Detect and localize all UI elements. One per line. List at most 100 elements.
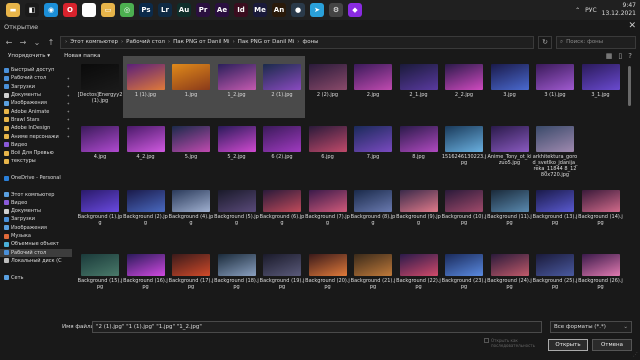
breadcrumb-item[interactable]: Пак PNG от Danil Mi: [173, 39, 230, 45]
sidebar-item[interactable]: Рабочий стол: [0, 248, 72, 257]
file-tile[interactable]: Background (22).jpg: [396, 244, 442, 306]
scrollbar-thumb[interactable]: [628, 66, 631, 106]
breadcrumb-item[interactable]: Этот компьютер: [70, 39, 118, 45]
file-tile[interactable]: 3.jpg: [487, 56, 533, 118]
sidebar-item[interactable]: OneDrive - Personal: [0, 174, 72, 182]
file-tile[interactable]: Background (19).jpg: [259, 244, 305, 306]
sequence-checkbox[interactable]: Открыть как последовательность: [484, 338, 540, 348]
premiere-icon[interactable]: Pr: [196, 3, 210, 17]
sidebar-item[interactable]: Документы: [0, 207, 72, 215]
sidebar-item[interactable]: текстуры: [0, 157, 72, 165]
breadcrumb-item[interactable]: Пак PNG от Danil Mi: [238, 39, 295, 45]
file-tile[interactable]: 1_2.jpg: [213, 56, 260, 118]
file-tile[interactable]: Background (26).jpg: [578, 244, 624, 306]
language-indicator[interactable]: РУС: [585, 7, 596, 14]
file-tile[interactable]: 1 (1).jpg: [122, 56, 169, 118]
photoshop-icon[interactable]: Ps: [139, 3, 153, 17]
file-tile[interactable]: Background (8).jpg: [350, 180, 396, 242]
file-tile[interactable]: Background (10).jpg: [441, 180, 487, 242]
file-tile[interactable]: 6.jpg: [305, 118, 351, 180]
file-tile[interactable]: 3_1.jpg: [578, 56, 624, 118]
windows-store-icon[interactable]: ◧: [25, 3, 39, 17]
file-tile[interactable]: Background (20).jpg: [305, 244, 351, 306]
chevron-up-icon[interactable]: ⌃: [575, 7, 580, 14]
file-tile[interactable]: 2 (2).jpg: [305, 56, 351, 118]
file-tile[interactable]: Anime_Tony_ot_kizuo5.jpg: [487, 118, 533, 180]
folder-icon[interactable]: ▬: [6, 3, 20, 17]
sidebar-item[interactable]: Adobe Animate ✦: [0, 107, 72, 115]
sidebar-item[interactable]: Этот компьютер: [0, 190, 72, 198]
file-tile[interactable]: Background (17).jpg: [168, 244, 214, 306]
file-tile[interactable]: Background (11).jpg: [487, 180, 533, 242]
yandex-icon[interactable]: Y: [82, 3, 96, 17]
file-tile[interactable]: Background (7).jpg: [305, 180, 351, 242]
animate-icon[interactable]: An: [272, 3, 286, 17]
file-tile[interactable]: 5.jpg: [168, 118, 214, 180]
cancel-button[interactable]: Отмена: [592, 339, 632, 351]
file-tile[interactable]: 5_2.jpg: [214, 118, 260, 180]
file-tile[interactable]: 8.jpg: [396, 118, 442, 180]
sidebar-item[interactable]: Brawl Stars ✦: [0, 116, 72, 124]
sidebar-item[interactable]: Документы ✦: [0, 91, 72, 99]
sidebar-item[interactable]: Рабочий стол ✦: [0, 74, 72, 82]
file-tile[interactable]: 4_2.jpg: [123, 118, 169, 180]
sidebar-item[interactable]: Загрузки: [0, 215, 72, 223]
sidebar-item[interactable]: Загрузки ✦: [0, 83, 72, 91]
file-tile[interactable]: Background (5).jpg: [214, 180, 260, 242]
edge-icon[interactable]: ◉: [44, 3, 58, 17]
checkbox-box[interactable]: [484, 338, 489, 343]
chrome-icon[interactable]: ◎: [120, 3, 134, 17]
sidebar-item[interactable]: Изображения ✦: [0, 99, 72, 107]
breadcrumb-item[interactable]: фоны: [303, 39, 319, 45]
file-tile[interactable]: Background (4).jpg: [168, 180, 214, 242]
resize-grip-icon[interactable]: ⋰: [633, 352, 638, 358]
sidebar-item[interactable]: Adobe InDesign ✦: [0, 124, 72, 132]
telegram-icon[interactable]: ➤: [310, 3, 324, 17]
file-tile[interactable]: Background (16).jpg: [123, 244, 169, 306]
sidebar-item[interactable]: Видео: [0, 141, 72, 149]
app-icon[interactable]: ◆: [348, 3, 362, 17]
file-tile[interactable]: 2.jpg: [350, 56, 396, 118]
opera-icon[interactable]: O: [63, 3, 77, 17]
search-input[interactable]: ⌕ Поиск: фоны: [556, 35, 636, 49]
file-tile[interactable]: [Dectos]Energyy2 (1).jpg: [77, 56, 123, 118]
file-tile[interactable]: 2 (1).jpg: [259, 56, 305, 118]
filetype-select[interactable]: Все форматы (*.*) ⌄: [550, 321, 632, 333]
address-bar[interactable]: › Этот компьютер › Рабочий стол › Пак PNG от …: [60, 35, 534, 49]
file-tile[interactable]: Background (23).jpg: [441, 244, 487, 306]
file-tile[interactable]: 4.jpg: [77, 118, 123, 180]
file-tile[interactable]: Background (6).jpg: [259, 180, 305, 242]
file-tile[interactable]: Background (21).jpg: [350, 244, 396, 306]
sidebar-item[interactable]: Объемные объект: [0, 240, 72, 248]
file-tile[interactable]: Background (25).jpg: [532, 244, 578, 306]
sidebar-item[interactable]: Аниме персонажи ✦: [0, 132, 72, 140]
clock[interactable]: 9:47 13.12.2021: [602, 2, 636, 18]
refresh-icon[interactable]: ↻: [538, 35, 552, 49]
steam-icon[interactable]: ●: [291, 3, 305, 17]
up-arrow-icon[interactable]: ↑: [46, 38, 56, 47]
sidebar-item[interactable]: Сеть: [0, 273, 72, 281]
chevron-down-icon[interactable]: ⌄: [32, 38, 42, 47]
chevron-right-icon[interactable]: ›: [121, 39, 123, 45]
file-tile[interactable]: Background (9).jpg: [396, 180, 442, 242]
file-tile[interactable]: Background (15).jpg: [77, 244, 123, 306]
lightroom-icon[interactable]: Lr: [158, 3, 172, 17]
file-tile[interactable]: 2_1.jpg: [396, 56, 442, 118]
illustrator-icon[interactable]: Id: [234, 3, 248, 17]
sidebar-item[interactable]: Локальный диск (C: [0, 257, 72, 265]
breadcrumb-item[interactable]: Рабочий стол: [126, 39, 165, 45]
file-tile[interactable]: Background (1).jpg: [77, 180, 123, 242]
sidebar-item[interactable]: Изображения: [0, 224, 72, 232]
file-tile[interactable]: Background (2).jpg: [123, 180, 169, 242]
chevron-right-icon[interactable]: ›: [168, 39, 170, 45]
chevron-right-icon[interactable]: ›: [65, 39, 67, 45]
sidebar-item[interactable]: Музыка: [0, 232, 72, 240]
file-tile[interactable]: 3 (1).jpg: [532, 56, 578, 118]
open-button[interactable]: Открыть: [548, 339, 588, 351]
chevron-right-icon[interactable]: ›: [297, 39, 299, 45]
file-tile[interactable]: Background (24).jpg: [487, 244, 533, 306]
close-icon[interactable]: ✕: [628, 21, 636, 31]
file-tile[interactable]: 1516246130223.jpg: [441, 118, 487, 180]
filename-input[interactable]: "2 (1).jpg" "1 (1).jpg" "1.jpg" "1_2.jpg…: [92, 321, 542, 333]
explorer-icon[interactable]: ▭: [101, 3, 115, 17]
